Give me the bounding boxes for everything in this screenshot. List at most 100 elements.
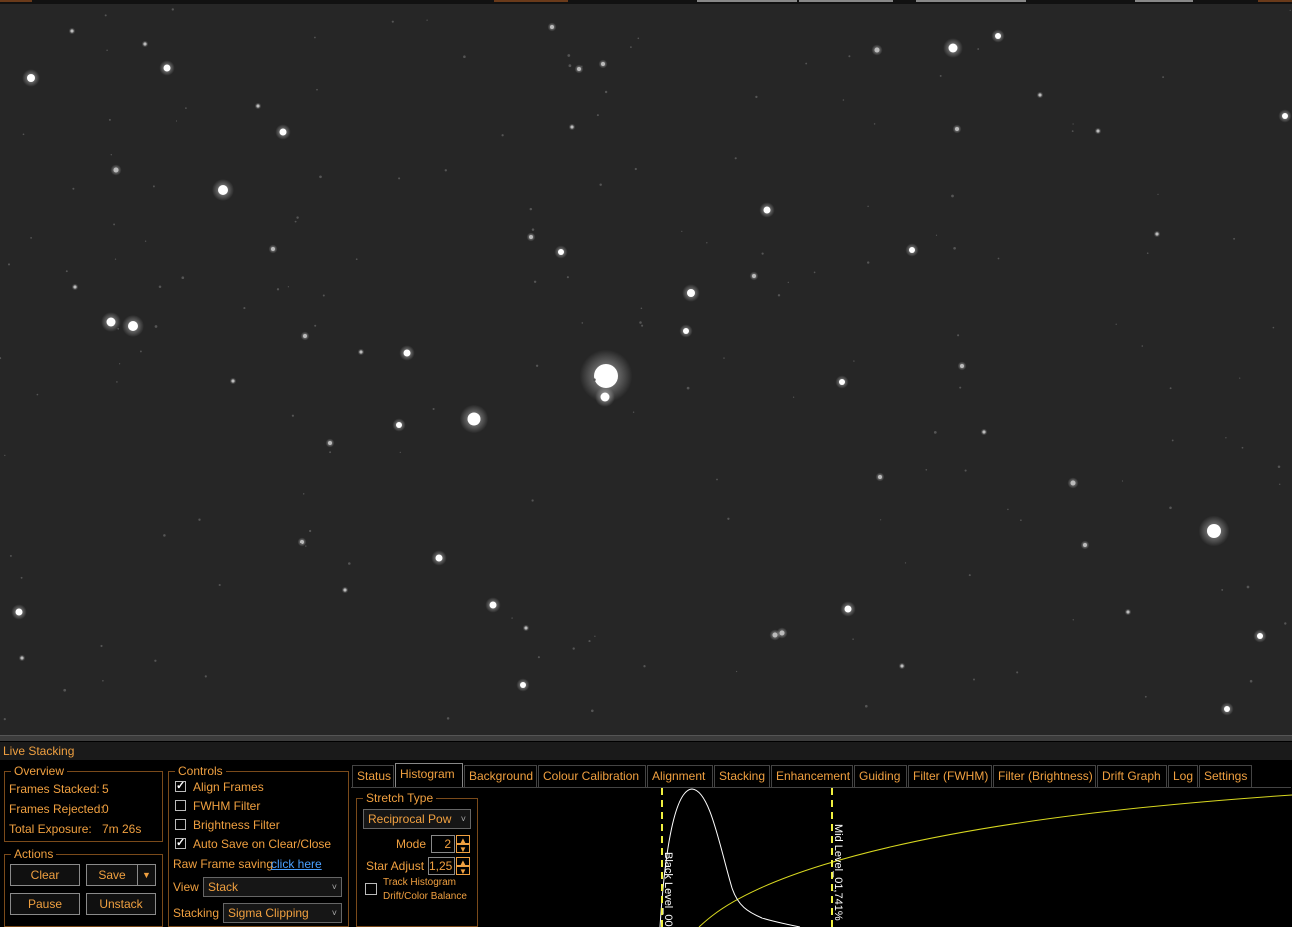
panel-splitter[interactable] xyxy=(0,735,1292,741)
background-noise-speck xyxy=(22,133,25,136)
background-noise-speck xyxy=(163,534,166,537)
tab-colour-calibration[interactable]: Colour Calibration xyxy=(538,765,646,787)
brightness-filter-checkbox[interactable] xyxy=(175,819,186,830)
background-noise-speck xyxy=(139,350,142,353)
background-noise-speck xyxy=(287,286,290,288)
background-noise-speck xyxy=(531,228,535,231)
background-noise-speck xyxy=(185,107,187,109)
background-noise-speck xyxy=(1121,480,1124,482)
background-noise-speck xyxy=(398,177,401,180)
tab-filter-fwhm[interactable]: Filter (FWHM) xyxy=(908,765,992,787)
frames-rejected-label: Frames Rejected: xyxy=(9,802,104,816)
fwhm-filter-label: FWHM Filter xyxy=(193,799,261,813)
view-label: View xyxy=(173,880,199,894)
background-noise-speck xyxy=(158,285,162,289)
star-adjust-spinner-arrows-icon[interactable]: ▲ ▼ xyxy=(456,857,470,876)
tab-enhancement[interactable]: Enhancement xyxy=(771,765,853,787)
total-exposure-value: 7m 26s xyxy=(102,822,142,836)
background-noise-speck xyxy=(957,334,960,337)
save-dropdown-icon[interactable]: ▼ xyxy=(137,864,156,886)
background-noise-speck xyxy=(391,20,394,23)
tab-status[interactable]: Status xyxy=(352,765,394,787)
background-noise-speck xyxy=(116,381,118,383)
raw-frame-saving-link[interactable]: click here xyxy=(271,857,322,871)
star xyxy=(1257,633,1263,639)
background-noise-speck xyxy=(643,665,646,668)
tab-alignment[interactable]: Alignment xyxy=(647,765,713,787)
star-adjust-spinner[interactable]: 1,25 xyxy=(428,857,455,875)
star xyxy=(20,656,24,660)
star xyxy=(601,62,605,66)
mode-spinner-arrows-icon[interactable]: ▲ ▼ xyxy=(456,835,470,854)
tab-filter-brightness[interactable]: Filter (Brightness) xyxy=(993,765,1096,787)
view-select[interactable]: Stack ˅ xyxy=(203,877,342,897)
clear-button[interactable]: Clear xyxy=(10,864,80,886)
background-noise-speck xyxy=(319,175,322,179)
background-noise-speck xyxy=(1249,679,1253,683)
background-noise-speck xyxy=(997,257,1000,260)
background-noise-speck xyxy=(511,617,513,619)
background-noise-speck xyxy=(113,223,116,226)
pause-button[interactable]: Pause xyxy=(10,893,80,915)
mode-spinner[interactable]: 2 xyxy=(431,835,455,853)
background-noise-speck xyxy=(787,281,789,284)
star xyxy=(878,475,882,479)
background-noise-speck xyxy=(72,187,75,190)
star xyxy=(231,379,235,383)
background-noise-speck xyxy=(329,451,332,454)
star xyxy=(396,422,402,428)
tab-background[interactable]: Background xyxy=(464,765,537,787)
tab-histogram[interactable]: Histogram xyxy=(395,763,463,788)
star xyxy=(15,608,23,616)
background-noise-speck xyxy=(100,644,103,648)
star xyxy=(524,626,528,630)
background-noise-speck xyxy=(444,169,447,172)
background-noise-speck xyxy=(867,205,869,208)
star xyxy=(106,317,116,327)
background-noise-speck xyxy=(3,718,6,721)
tab-log[interactable]: Log xyxy=(1168,765,1198,787)
background-noise-speck xyxy=(204,675,207,678)
background-noise-speck xyxy=(842,99,845,101)
stacked-image-view[interactable] xyxy=(0,0,1292,735)
background-noise-speck xyxy=(537,656,540,659)
background-noise-speck xyxy=(154,325,158,328)
background-noise-speck xyxy=(1277,465,1281,469)
star xyxy=(520,682,526,688)
stacking-select[interactable]: Sigma Clipping ˅ xyxy=(223,903,342,923)
background-noise-speck xyxy=(1115,323,1117,325)
star xyxy=(763,206,771,214)
background-noise-speck xyxy=(106,49,108,52)
background-noise-speck xyxy=(1272,326,1275,329)
tab-guiding[interactable]: Guiding xyxy=(854,765,907,787)
tab-drift-graph[interactable]: Drift Graph xyxy=(1097,765,1167,787)
background-noise-speck xyxy=(108,118,111,121)
background-noise-speck xyxy=(640,307,643,310)
star xyxy=(328,441,332,445)
frames-stacked-value: 5 xyxy=(102,782,109,796)
stretch-type-select[interactable]: Reciprocal Pow ˅ xyxy=(363,809,471,829)
align-frames-checkbox[interactable] xyxy=(175,779,186,792)
star xyxy=(955,127,959,131)
background-noise-speck xyxy=(567,54,571,57)
background-noise-speck xyxy=(933,431,937,434)
background-noise-speck xyxy=(1284,622,1287,625)
star xyxy=(128,321,138,331)
background-noise-speck xyxy=(1239,377,1241,379)
star xyxy=(683,328,689,334)
star xyxy=(995,33,1001,39)
background-noise-speck xyxy=(20,576,23,579)
background-noise-speck xyxy=(355,258,358,261)
tab-settings[interactable]: Settings xyxy=(1199,765,1252,787)
star xyxy=(1038,93,1042,97)
background-noise-speck xyxy=(305,545,307,547)
tab-stacking[interactable]: Stacking xyxy=(714,765,770,787)
unstack-button[interactable]: Unstack xyxy=(86,893,156,915)
background-noise-speck xyxy=(117,327,120,330)
fwhm-filter-checkbox[interactable] xyxy=(175,800,186,811)
save-button[interactable]: Save xyxy=(86,864,138,886)
background-noise-speck xyxy=(322,294,325,297)
auto-save-checkbox[interactable] xyxy=(175,836,186,849)
track-histogram-checkbox[interactable] xyxy=(365,883,377,895)
histogram-plot[interactable]: Black Level_00 Mid Level_01,741% xyxy=(480,788,1292,927)
